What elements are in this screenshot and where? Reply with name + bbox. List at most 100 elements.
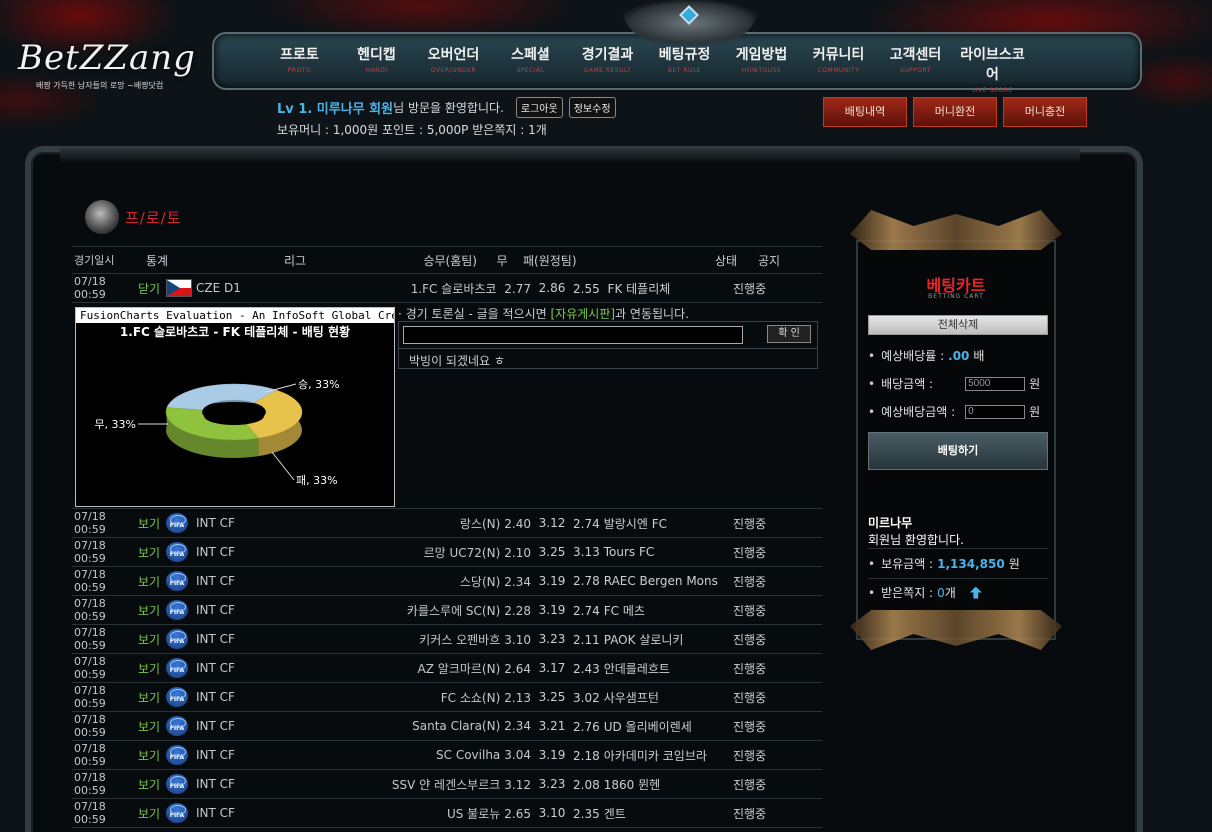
league: INT CF: [196, 719, 235, 733]
home-bet[interactable]: FC 소쇼(N) 2.13: [346, 689, 531, 706]
nav-item[interactable]: 프로토 PROTO: [264, 44, 335, 94]
expected-amount-label: 예상배당금액 :: [881, 405, 956, 419]
table-row[interactable]: 07/18 00:59 보기 FIFA INT CF 스당(N) 2.34 3.19 2.78…: [72, 567, 822, 596]
stat-toggle[interactable]: 보기: [138, 747, 166, 764]
away-bet[interactable]: 3.02 사우샘프턴: [573, 689, 733, 706]
home-bet[interactable]: Santa Clara(N) 2.34: [346, 719, 531, 733]
nav-item[interactable]: 고객센터 SUPPORT: [880, 44, 951, 94]
draw-odd[interactable]: 3.19: [531, 603, 573, 617]
nav-sublabel: HANDI: [365, 67, 388, 74]
money-charge-button[interactable]: 머니충전: [1003, 97, 1087, 127]
draw-odd[interactable]: 3.25: [531, 690, 573, 704]
free-board-link[interactable]: [자유게시판]: [550, 307, 615, 321]
stat-toggle[interactable]: 보기: [138, 689, 166, 706]
table-row[interactable]: 07/18 00:59 보기 FIFA INT CF 르망 UC72(N) 2.10 3.2…: [72, 538, 822, 567]
bet-amount-input[interactable]: [965, 376, 1026, 391]
fifa-icon: FIFA: [166, 571, 196, 591]
match-status: 진행중: [733, 603, 767, 618]
draw-odd[interactable]: 3.23: [531, 632, 573, 646]
stat-toggle[interactable]: 보기: [138, 544, 166, 561]
nav-sublabel: BET RULE: [667, 67, 702, 74]
bet-history-button[interactable]: 배팅내역: [823, 97, 907, 127]
draw-odd[interactable]: 3.19: [531, 748, 573, 762]
table-row[interactable]: 07/18 00:59 보기 FIFA INT CF SC Covilha 3.04 3.1…: [72, 741, 822, 770]
away-bet[interactable]: 2.08 1860 뮌헨: [573, 776, 733, 793]
stat-toggle[interactable]: 닫기: [138, 280, 166, 297]
header-home: 승무(홈팀): [423, 253, 477, 268]
nav-item[interactable]: 베팅규정 BET RULE: [649, 44, 720, 94]
away-bet[interactable]: 2.78 RAEC Bergen Mons: [573, 574, 733, 588]
away-bet[interactable]: 2.74 FC 메츠: [573, 602, 733, 619]
table-row[interactable]: 07/18 00:59 보기 FIFA INT CF 랑스(N) 2.40 3.12 2.74…: [72, 509, 822, 538]
cart-user-welcome: 회원님 환영합니다.: [868, 533, 964, 547]
away-bet[interactable]: 2.11 PAOK 살로니키: [573, 631, 733, 648]
away-bet[interactable]: 2.43 안데를레흐트: [573, 660, 733, 677]
home-bet[interactable]: 르망 UC72(N) 2.10: [346, 544, 531, 561]
stat-toggle[interactable]: 보기: [138, 573, 166, 590]
draw-odd[interactable]: 3.25: [531, 545, 573, 559]
fifa-icon: FIFA: [166, 774, 196, 794]
home-bet[interactable]: SC Covilha 3.04: [346, 748, 531, 762]
nav-item[interactable]: 경기결과 GAME RESULT: [572, 44, 643, 94]
stat-toggle[interactable]: 보기: [138, 602, 166, 619]
arrow-up-icon[interactable]: [969, 586, 982, 599]
stat-toggle[interactable]: 보기: [138, 805, 166, 822]
draw-odd[interactable]: 3.23: [531, 777, 573, 791]
stat-toggle[interactable]: 보기: [138, 631, 166, 648]
away-bet[interactable]: 2.18 아카데미카 코임브라: [573, 747, 733, 764]
nav-item[interactable]: 라이브스코어 LIVE SCORE: [957, 44, 1028, 94]
draw-odd[interactable]: 3.19: [531, 574, 573, 588]
logout-button[interactable]: 로그아웃: [515, 96, 563, 118]
clear-all-button[interactable]: 전체삭제: [868, 315, 1048, 335]
place-bet-button[interactable]: 배팅하기: [868, 432, 1048, 470]
away-bet[interactable]: 2.76 UD 올리베이렌세: [573, 718, 733, 735]
home-bet[interactable]: 스당(N) 2.34: [346, 573, 531, 590]
match-date: 07/18 00:59: [74, 713, 106, 739]
stat-toggle[interactable]: 보기: [138, 718, 166, 735]
table-row[interactable]: 07/18 00:59 보기 FIFA INT CF 키커스 오펜바흐 3.10 3.23 2…: [72, 625, 822, 654]
expected-rate-value: .00: [948, 348, 970, 363]
nav-label: 스페셜: [511, 47, 550, 63]
home-bet[interactable]: US 불로뉴 2.65: [346, 805, 531, 822]
home-bet[interactable]: 카를스루에 SC(N) 2.28: [346, 602, 531, 619]
home-bet[interactable]: SSV 얀 레겐스부르크 3.12: [346, 776, 531, 793]
draw-odd[interactable]: 3.10: [531, 806, 573, 820]
flag-czech-icon: [166, 279, 196, 297]
comment-submit-button[interactable]: 확 인: [767, 325, 811, 343]
draw-odd[interactable]: 2.86: [531, 281, 573, 295]
home-bet[interactable]: AZ 알크마르(N) 2.64: [346, 660, 531, 677]
section-title: 프/로/토: [85, 200, 182, 234]
nav-item[interactable]: 오버언더 OVER/UNDER: [418, 44, 489, 94]
away-bet[interactable]: 2.35 겐트: [573, 805, 733, 822]
home-bet[interactable]: 랑스(N) 2.40: [346, 515, 531, 532]
match-status: 진행중: [733, 281, 767, 296]
table-row[interactable]: 07/18 00:59 보기 FIFA INT CF US 불로뉴 2.65 3.10 2.3…: [72, 799, 822, 828]
edit-profile-button[interactable]: 정보수정: [568, 96, 616, 118]
nav-item[interactable]: 스페셜 SPECIAL: [495, 44, 566, 94]
away-bet[interactable]: 2.74 발랑시엔 FC: [573, 515, 733, 532]
draw-odd[interactable]: 3.12: [531, 516, 573, 530]
table-row[interactable]: 07/18 00:59 보기 FIFA INT CF 카를스루에 SC(N) 2.28 3.…: [72, 596, 822, 625]
nav-item[interactable]: 헨디캡 HANDI: [341, 44, 412, 94]
comment-input[interactable]: [403, 326, 743, 344]
table-row[interactable]: 07/18 00:59 보기 FIFA INT CF SSV 얀 레겐스부르크 3.12 3…: [72, 770, 822, 799]
table-row[interactable]: 07/18 00:59 보기 FIFA INT CF Santa Clara(N) 2.3…: [72, 712, 822, 741]
away-bet[interactable]: 3.13 Tours FC: [573, 545, 733, 559]
table-row[interactable]: 07/18 00:59 보기 FIFA INT CF AZ 알크마르(N) 2.64 3.1…: [72, 654, 822, 683]
home-bet[interactable]: 키커스 오펜바흐 3.10: [346, 631, 531, 648]
draw-odd[interactable]: 3.21: [531, 719, 573, 733]
nav-item[interactable]: 게임방법 HOWTOUSE: [726, 44, 797, 94]
stat-toggle[interactable]: 보기: [138, 660, 166, 677]
money-exchange-button[interactable]: 머니환전: [913, 97, 997, 127]
stat-toggle[interactable]: 보기: [138, 776, 166, 793]
table-row[interactable]: 07/18 00:59 닫기 CZE D1 1.FC 슬로바츠코 2.77 2.…: [72, 274, 822, 303]
nav-item[interactable]: 커뮤니티 COMMUNITY: [803, 44, 874, 94]
nav-sublabel: LIVE SCORE: [972, 87, 1013, 94]
draw-odd[interactable]: 3.17: [531, 661, 573, 675]
away-bet[interactable]: 2.55 FK 테플리체: [573, 280, 733, 297]
table-row[interactable]: 07/18 00:59 보기 FIFA INT CF FC 소쇼(N) 2.13 3.25 3…: [72, 683, 822, 712]
site-logo[interactable]: BetZZang 배짱 가득한 남자들의 로망 ~배짱닷컴: [18, 38, 208, 91]
home-bet[interactable]: 1.FC 슬로바츠코 2.77: [346, 280, 531, 297]
stat-toggle[interactable]: 보기: [138, 515, 166, 532]
expected-amount-input[interactable]: [965, 404, 1026, 419]
